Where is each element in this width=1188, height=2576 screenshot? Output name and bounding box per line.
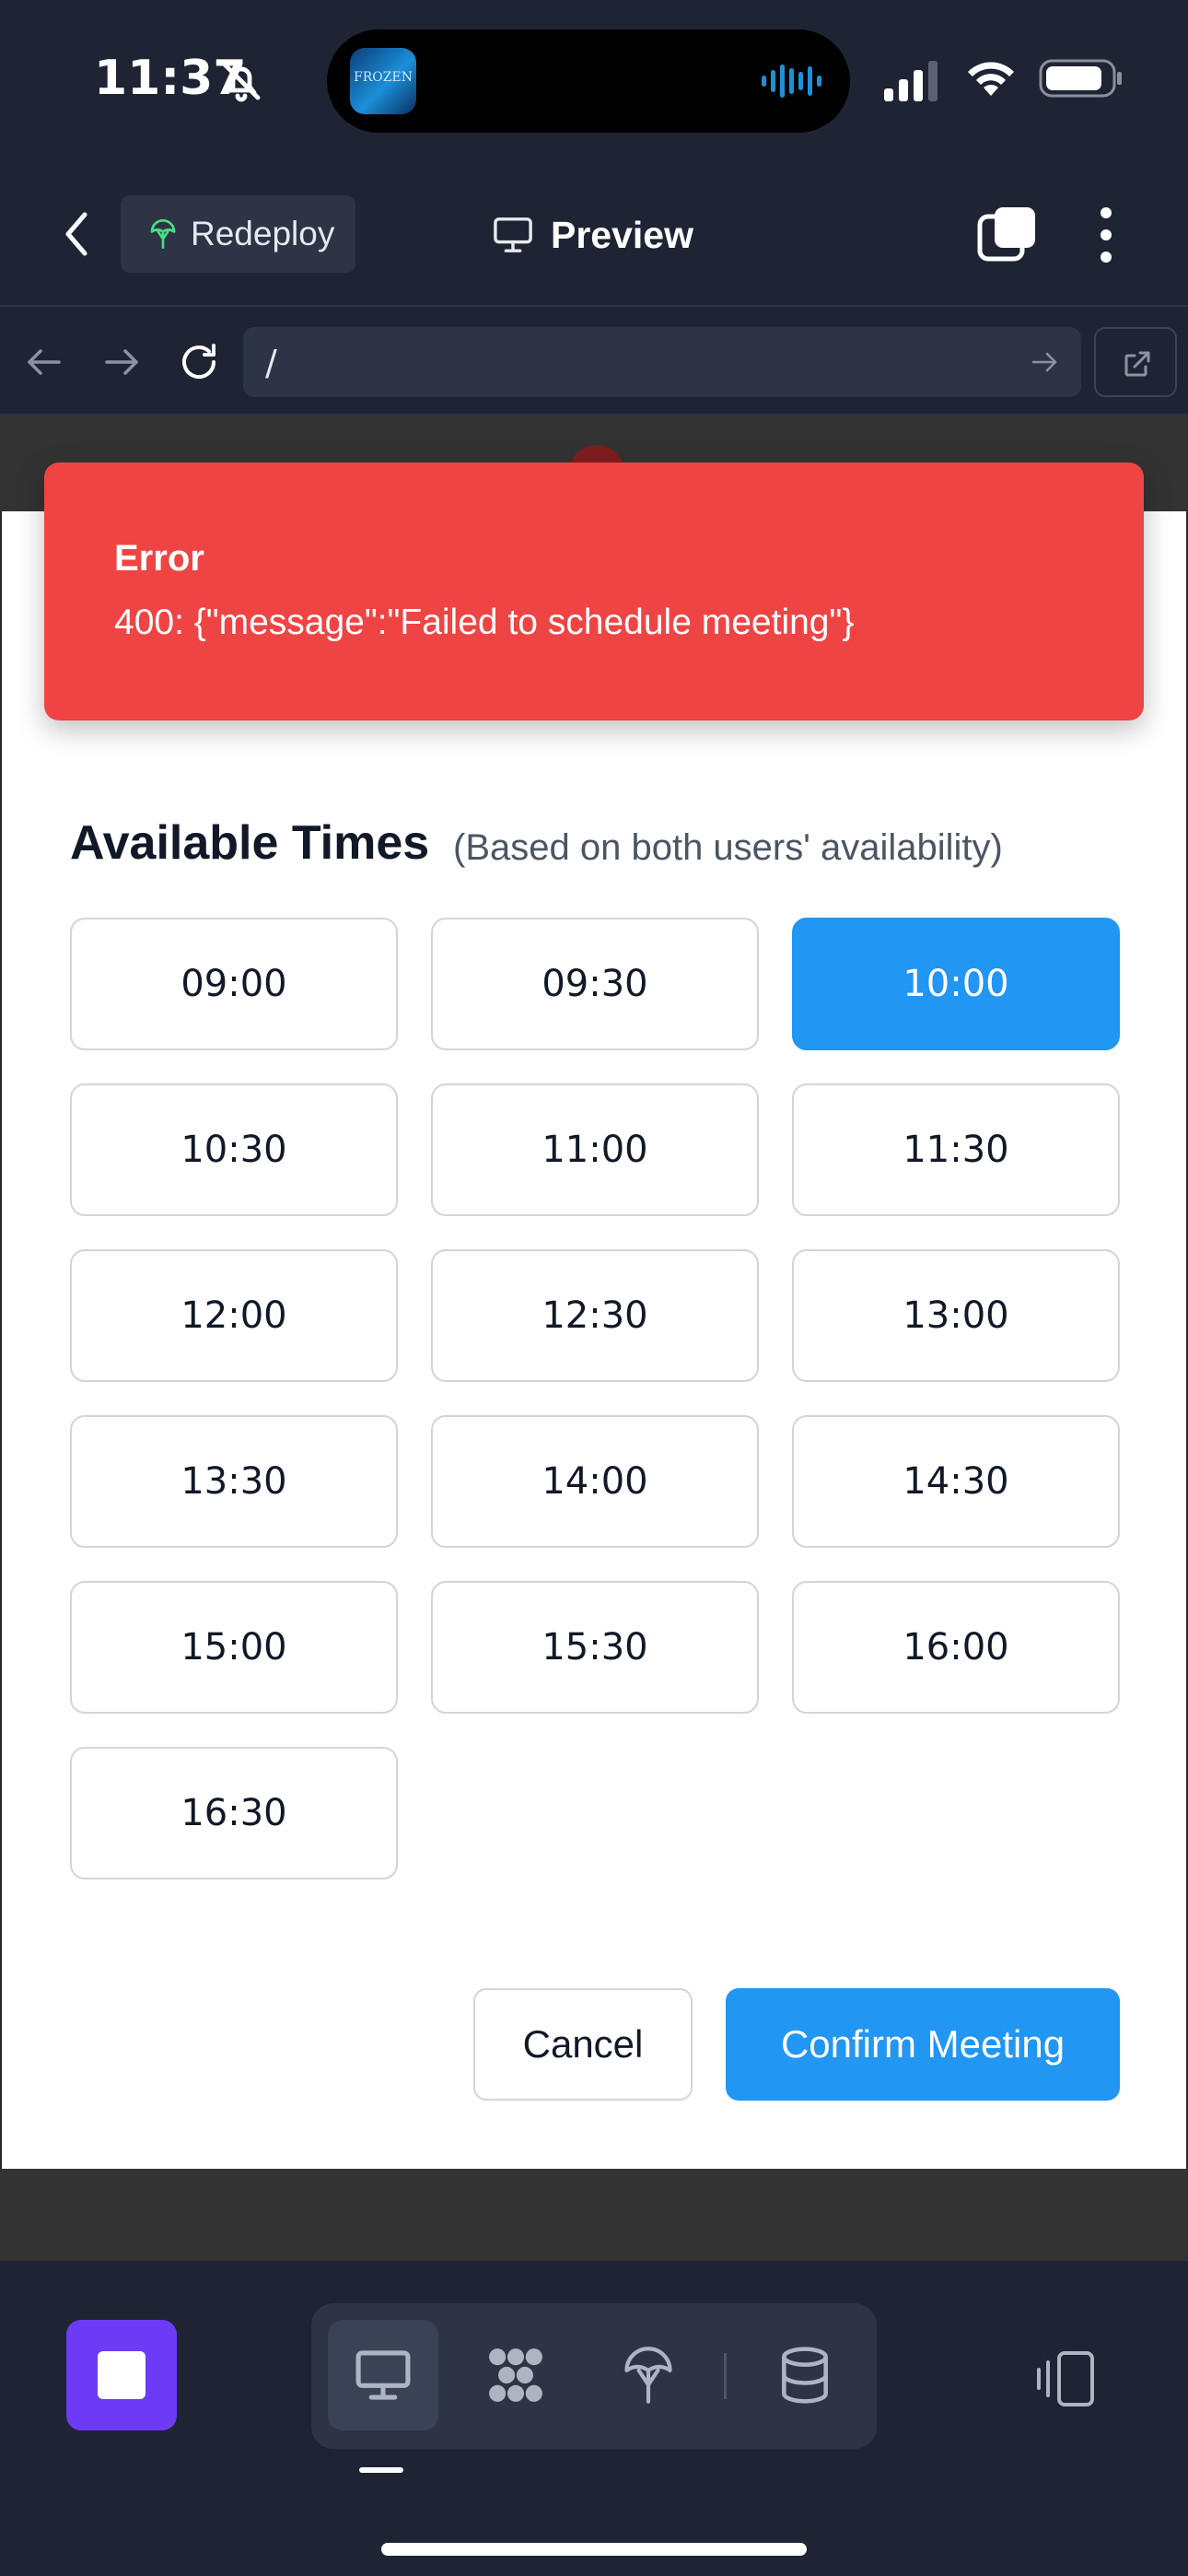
dynamic-island: FROZEN (327, 29, 850, 133)
stop-button[interactable] (66, 2320, 177, 2430)
preview-label: Preview (551, 213, 693, 256)
windows-switch-icon[interactable] (974, 204, 1039, 268)
time-slot[interactable]: 16:30 (70, 1747, 398, 1879)
time-slot[interactable]: 11:00 (431, 1083, 759, 1216)
bell-slash-icon (222, 62, 261, 102)
modal-backdrop-bottom (0, 2169, 1188, 2261)
time-slot[interactable]: 13:30 (70, 1415, 398, 1548)
tool-switcher (311, 2303, 877, 2449)
time-slot[interactable]: 12:00 (70, 1249, 398, 1382)
more-vertical-icon[interactable] (1083, 202, 1129, 268)
browser-toolbar: / (0, 309, 1188, 416)
go-arrow-icon[interactable] (1028, 345, 1061, 379)
monitor-icon (494, 217, 532, 252)
url-text: / (265, 343, 277, 383)
error-message: 400: {"message":"Failed to schedule meet… (114, 603, 855, 642)
time-slot[interactable]: 09:30 (431, 918, 759, 1050)
time-slot[interactable]: 15:30 (431, 1581, 759, 1714)
audio-wave-icon (762, 64, 821, 98)
time-slot[interactable]: 14:30 (792, 1415, 1120, 1548)
time-slot[interactable]: 11:30 (792, 1083, 1120, 1216)
back-chevron-icon[interactable] (52, 202, 103, 266)
cancel-button[interactable]: Cancel (473, 1988, 693, 2101)
external-link-icon (1124, 351, 1150, 377)
error-toast[interactable]: Error 400: {"message":"Failed to schedul… (44, 463, 1144, 720)
status-bar: 11:37 FROZEN (0, 0, 1188, 161)
deploy-icon (150, 219, 176, 249)
error-title: Error (114, 538, 204, 579)
time-slot[interactable]: 14:00 (431, 1415, 759, 1548)
time-slot-selected[interactable]: 10:00 (792, 918, 1120, 1050)
time-slot[interactable]: 09:00 (70, 918, 398, 1050)
time-slot[interactable]: 12:30 (431, 1249, 759, 1382)
apps-icon (489, 2348, 542, 2402)
available-times-subtitle: (Based on both users' availability) (453, 827, 1003, 868)
desktop-icon (355, 2350, 411, 2400)
wifi-icon (968, 62, 1014, 96)
home-indicator (381, 2543, 807, 2556)
cellular-signal-icon (884, 61, 938, 101)
time-slot[interactable]: 13:00 (792, 1249, 1120, 1382)
app-header: Redeploy Preview (0, 161, 1188, 307)
active-tool-indicator (359, 2467, 403, 2473)
deploy-icon (624, 2347, 672, 2404)
device-toggle-icon[interactable] (1030, 2342, 1103, 2416)
time-slot[interactable]: 10:30 (70, 1083, 398, 1216)
confirm-meeting-button[interactable]: Confirm Meeting (726, 1988, 1120, 2101)
open-external-button[interactable] (1094, 327, 1177, 397)
nav-back-arrow-icon[interactable] (18, 336, 70, 388)
available-times-title: Available Times (70, 816, 430, 870)
nav-forward-arrow-icon[interactable] (96, 336, 147, 388)
time-slot[interactable]: 15:00 (70, 1581, 398, 1714)
tool-divider (724, 2353, 727, 2399)
redeploy-button[interactable]: Redeploy (121, 195, 355, 273)
reload-icon[interactable] (173, 336, 225, 388)
database-icon (782, 2347, 828, 2404)
tool-desktop[interactable] (328, 2320, 438, 2430)
preview-title: Preview (492, 198, 693, 272)
bottom-dock (0, 2261, 1188, 2576)
stop-icon (98, 2351, 146, 2399)
redeploy-label: Redeploy (191, 215, 335, 252)
tool-deploy[interactable] (593, 2320, 704, 2430)
time-slot[interactable]: 16:00 (792, 1581, 1120, 1714)
tool-apps[interactable] (460, 2320, 571, 2430)
battery-icon (1039, 59, 1122, 98)
now-playing-thumbnail-label: FROZEN (354, 70, 413, 85)
url-input[interactable]: / (243, 327, 1081, 397)
now-playing-thumbnail: FROZEN (350, 48, 416, 114)
tool-database[interactable] (750, 2320, 860, 2430)
